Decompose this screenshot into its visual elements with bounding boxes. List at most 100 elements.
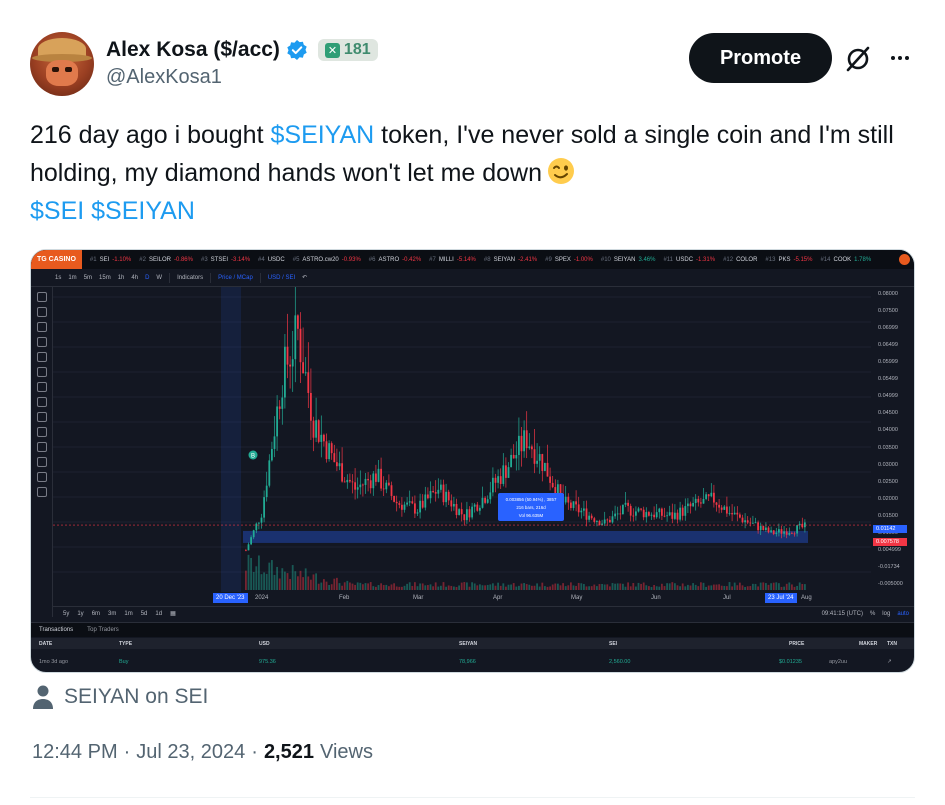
price-tick-label: 0.004999 [878, 546, 901, 553]
volume-bar [611, 583, 614, 590]
pattern-tool-icon[interactable] [36, 337, 47, 347]
ticker-item[interactable]: #13 PKS -5.15% [765, 257, 812, 263]
trash-tool-icon[interactable] [36, 487, 47, 497]
timeframe-d[interactable]: D [145, 275, 149, 281]
eye-tool-icon[interactable] [36, 472, 47, 482]
subscription-badge[interactable]: ✕ 181 [317, 39, 378, 61]
column-header[interactable]: USD [259, 641, 270, 647]
time-tick-label: Jul [723, 595, 731, 601]
candle-body [304, 372, 307, 374]
text-tool-icon[interactable] [36, 382, 47, 392]
column-header[interactable]: SEI [609, 641, 617, 647]
emoji-tool-icon[interactable] [36, 397, 47, 407]
range-3m[interactable]: 3m [108, 611, 116, 617]
candle-body [486, 499, 489, 503]
fib-tool-icon[interactable] [36, 322, 47, 332]
column-header[interactable]: SEIYAN [459, 641, 477, 647]
cashtag-link-sei[interactable]: $SEI [30, 197, 84, 225]
calendar-icon[interactable]: ▦ [170, 610, 176, 617]
author-handle[interactable]: @AlexKosa1 [106, 66, 222, 89]
candle-body [679, 507, 681, 520]
trendline-tool-icon[interactable] [36, 307, 47, 317]
range-1d[interactable]: 1d [155, 611, 162, 617]
candle-body [544, 462, 546, 471]
range-1y[interactable]: 1y [77, 611, 83, 617]
candle-body [442, 484, 445, 503]
range-5y[interactable]: 5y [63, 611, 69, 617]
ticker-item[interactable]: #2 SEILOR -0.86% [139, 257, 193, 263]
cashtag-link[interactable]: $SEIYAN [270, 121, 374, 149]
row-maker[interactable]: apy2uu [829, 659, 847, 665]
external-link-icon[interactable]: ↗ [887, 659, 892, 665]
candle-body [250, 537, 252, 545]
candle-body [328, 443, 330, 460]
measure-tool-icon[interactable] [36, 352, 47, 362]
timeframe-1h[interactable]: 1h [118, 275, 125, 281]
ticker-item[interactable]: #6 ASTRO -0.42% [369, 257, 421, 263]
range-6m[interactable]: 6m [92, 611, 100, 617]
column-header[interactable]: TYPE [119, 641, 132, 647]
timeframe-1m[interactable]: 1m [68, 275, 76, 281]
ticker-item[interactable]: #4 USDC [258, 257, 285, 263]
column-header[interactable]: PRICE [789, 641, 804, 647]
timeframe-4h[interactable]: 4h [131, 275, 138, 281]
lock-tool-icon[interactable] [36, 457, 47, 467]
volume-bar [590, 586, 593, 590]
ticker-item[interactable]: #9 SPEX -1.00% [545, 257, 593, 263]
auto-toggle[interactable]: auto [897, 611, 909, 617]
column-header[interactable]: DATE [39, 641, 52, 647]
tab-top-traders[interactable]: Top Traders [87, 627, 119, 633]
candle-body [245, 550, 247, 552]
promote-button[interactable]: Promote [689, 33, 832, 83]
usd-sei-toggle[interactable]: USD / SEI [268, 275, 295, 281]
candle-body [549, 476, 551, 483]
ticker-item[interactable]: #1 SEI -1.10% [90, 257, 131, 263]
indicators-button[interactable]: Indicators [177, 275, 203, 281]
range-1m[interactable]: 1m [124, 611, 132, 617]
verified-badge-icon[interactable] [286, 39, 308, 61]
timeframe-5m[interactable]: 5m [84, 275, 92, 281]
context-label[interactable]: SEIYAN on SEI [32, 684, 208, 710]
cashtag-link-seiyan[interactable]: $SEIYAN [91, 197, 195, 225]
undo-icon[interactable]: ↶ [302, 274, 307, 281]
candle-body [728, 513, 731, 514]
price-tick-label: -0.01734 [878, 563, 900, 570]
brush-tool-icon[interactable] [36, 367, 47, 377]
ticker-item[interactable]: #7 MILLI -5.14% [429, 257, 476, 263]
log-toggle[interactable]: log [882, 611, 890, 617]
ticker-item[interactable]: #8 SEIYAN -2.41% [484, 257, 537, 263]
tab-transactions[interactable]: Transactions [39, 627, 73, 633]
ticker-rank: #10 [600, 256, 611, 263]
ticker-item[interactable]: #3 STSEI -3.14% [201, 257, 250, 263]
more-options-icon[interactable] [886, 46, 914, 70]
ticker-item[interactable]: #14 COOK 1.78% [820, 257, 871, 263]
column-header[interactable]: MAKER [859, 641, 877, 647]
timeframe-1s[interactable]: 1s [55, 275, 61, 281]
ticker-item[interactable]: #12 COLOR [723, 257, 757, 263]
column-header[interactable]: TXN [887, 641, 897, 647]
candle-body [593, 518, 596, 522]
tweet-date[interactable]: Jul 23, 2024 [136, 741, 245, 764]
author-display-name[interactable]: Alex Kosa ($/acc) [106, 38, 280, 62]
timeframe-15m[interactable]: 15m [99, 275, 111, 281]
price-chart[interactable]: B 0.003856 (50.94%) , 3857 216 bars, 216d V… [53, 287, 871, 592]
grok-icon[interactable] [843, 44, 873, 74]
crosshair-tool-icon[interactable] [36, 292, 47, 302]
author-avatar[interactable] [30, 32, 94, 96]
ticker-item[interactable]: #10 SEIYAN 3.46% [601, 257, 656, 263]
volume-bar [346, 580, 349, 590]
percent-toggle[interactable]: % [870, 611, 875, 617]
price-mcap-toggle[interactable]: Price / MCap [218, 275, 253, 281]
volume-bar [312, 574, 315, 590]
ticker-item[interactable]: #5 ASTRO.cw20 -0.93% [293, 257, 361, 263]
ruler-tool-icon[interactable] [36, 412, 47, 422]
volume-bar [741, 585, 744, 590]
range-5d[interactable]: 5d [141, 611, 148, 617]
table-row[interactable]: 1mo 3d ago Buy 975.36 78,966 2,560.00 $0… [31, 656, 914, 668]
magnet-tool-icon[interactable] [36, 442, 47, 452]
timeframe-w[interactable]: W [156, 275, 162, 281]
chart-screenshot-media[interactable]: TG CASINO #1 SEI -1.10% #2 SEILOR -0.86% #3 STS… [30, 249, 915, 673]
tweet-time[interactable]: 12:44 PM [32, 741, 118, 764]
zoom-tool-icon[interactable] [36, 427, 47, 437]
ticker-item[interactable]: #11 USDC -1.31% [663, 257, 715, 263]
